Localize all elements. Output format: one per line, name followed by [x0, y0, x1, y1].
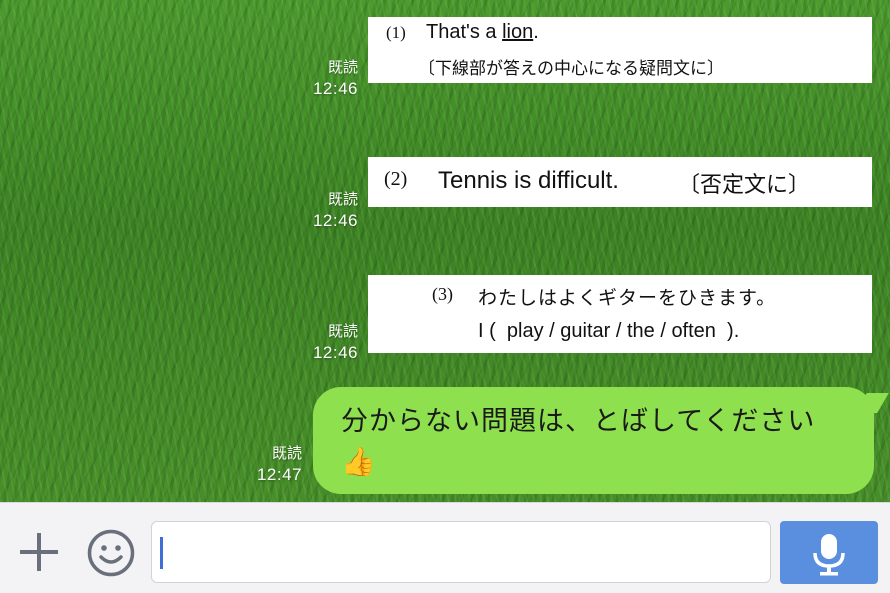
chat-area[interactable]: 既読 12:46 (1) That's a lion. 〔下線部が答えの中心にな… — [0, 0, 890, 502]
timestamp: 12:46 — [312, 343, 358, 362]
question-japanese: わたしはよくギターをひきます。 — [478, 288, 777, 309]
message-input-bar — [0, 502, 890, 593]
message-input[interactable] — [151, 521, 771, 583]
bubble-tail — [855, 393, 889, 413]
thumbs-up-emoji: 👍 — [341, 445, 377, 478]
read-receipt: 既読 — [327, 59, 358, 76]
question-number: (2) — [384, 168, 408, 190]
question-sentence: That's a lion. — [426, 21, 539, 43]
text-cursor — [160, 537, 163, 569]
question-sentence: Tennis is difficult. — [438, 167, 619, 194]
message-meta: 既読 12:46 — [296, 322, 358, 364]
message-meta: 既読 12:46 — [296, 58, 358, 100]
question-instruction: 〔下線部が答えの中心になる疑問文に〕 — [418, 59, 724, 78]
question-scramble: I ( play / guitar / the / often ). — [478, 320, 740, 342]
read-receipt: 既読 — [327, 323, 358, 340]
underlined-word: lion — [502, 21, 534, 43]
image-message-question-1[interactable]: (1) That's a lion. 〔下線部が答えの中心になる疑問文に〕 — [368, 17, 872, 83]
microphone-icon — [813, 534, 845, 576]
question-number: (1) — [386, 23, 406, 42]
plus-icon[interactable] — [18, 531, 60, 573]
message-meta: 既読 12:46 — [296, 190, 358, 232]
timestamp: 12:46 — [312, 211, 358, 230]
text-message-bubble[interactable]: 分からない問題は、とばしてください 👍 — [313, 387, 889, 494]
read-receipt: 既読 — [271, 445, 302, 462]
question-number: (3) — [432, 284, 453, 304]
timestamp: 12:47 — [256, 465, 302, 484]
message-meta: 既読 12:47 — [240, 444, 302, 486]
timestamp: 12:46 — [312, 79, 358, 98]
smiley-icon[interactable] — [86, 528, 136, 578]
image-message-question-2[interactable]: (2) Tennis is difficult. 〔否定文に〕 — [368, 157, 872, 207]
image-message-question-3[interactable]: (3) わたしはよくギターをひきます。 I ( play / guitar / … — [368, 275, 872, 353]
question-instruction: 〔否定文に〕 — [678, 172, 811, 197]
message-text: 分からない問題は、とばしてください 👍 — [341, 406, 816, 478]
voice-button[interactable] — [780, 521, 878, 584]
read-receipt: 既読 — [327, 191, 358, 208]
